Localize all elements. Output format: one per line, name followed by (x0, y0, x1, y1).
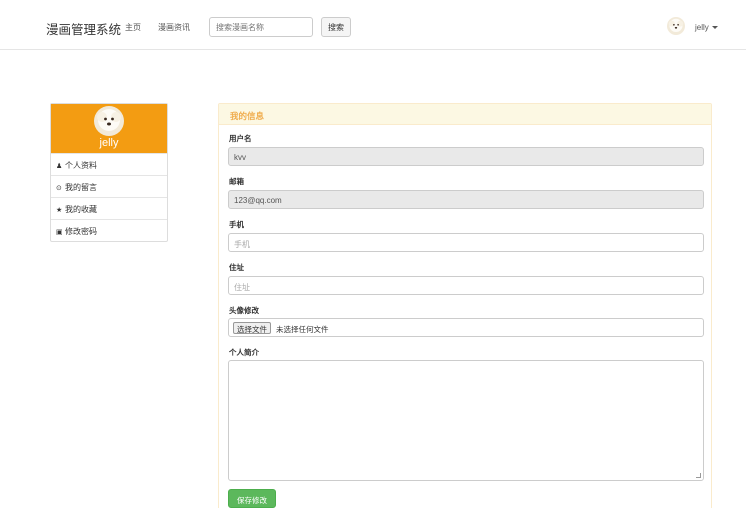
sidebar-item-label: 我的收藏 (65, 205, 97, 214)
address-field[interactable]: 住址 (228, 276, 704, 295)
bio-label: 个人简介 (229, 348, 259, 357)
username-field: kvv (228, 147, 704, 166)
sidebar-item-label: 我的留言 (65, 183, 97, 192)
phone-field[interactable]: 手机 (228, 233, 704, 252)
top-navbar: 漫画管理系统 主页 漫画资讯 搜索 jelly (0, 0, 746, 50)
username-label: 用户名 (229, 134, 252, 143)
save-changes-button[interactable]: 保存修改 (228, 489, 276, 508)
comment-icon: ⊙ (56, 185, 62, 192)
bio-textarea[interactable] (228, 360, 704, 481)
sidebar-header: jelly (51, 104, 167, 153)
user-icon: ♟ (56, 163, 63, 170)
sidebar-item-change-password[interactable]: ▣ 修改密码 (51, 219, 167, 240)
panel-title: 我的信息 (230, 111, 265, 121)
phone-label: 手机 (229, 220, 244, 229)
sidebar-username: jelly (99, 137, 119, 149)
nav-link-comic-news[interactable]: 漫画资讯 (158, 22, 190, 33)
brand-title[interactable]: 漫画管理系统 (46, 19, 121, 38)
email-field: 123@qq.com (228, 190, 704, 209)
profile-sidebar: jelly ♟ 个人资料 ⊙ 我的留言 ★ 我的收藏 ▣ 修改密码 (50, 103, 168, 242)
resize-handle-icon[interactable] (696, 473, 701, 478)
sidebar-item-label: 修改密码 (65, 227, 97, 236)
user-menu-name[interactable]: jelly (695, 23, 709, 32)
user-avatar[interactable] (667, 17, 685, 35)
file-status-text: 未选择任何文件 (276, 325, 329, 334)
search-button[interactable]: 搜索 (321, 17, 351, 37)
panel-header: 我的信息 (219, 104, 711, 125)
nav-link-home[interactable]: 主页 (125, 22, 141, 33)
avatar-upload-label: 头像修改 (229, 306, 259, 315)
avatar-file-input[interactable]: 选择文件 未选择任何文件 (228, 318, 704, 337)
sidebar-avatar (94, 106, 124, 136)
sidebar-item-favorites[interactable]: ★ 我的收藏 (51, 197, 167, 218)
sidebar-item-profile[interactable]: ♟ 个人资料 (51, 153, 167, 174)
search-input[interactable] (209, 17, 313, 37)
sidebar-item-messages[interactable]: ⊙ 我的留言 (51, 175, 167, 196)
chevron-down-icon[interactable] (712, 26, 718, 29)
address-label: 住址 (229, 263, 244, 272)
choose-file-button[interactable]: 选择文件 (233, 322, 271, 334)
email-label: 邮箱 (229, 177, 244, 186)
sidebar-item-label: 个人资料 (65, 161, 97, 170)
lock-icon: ▣ (56, 229, 63, 236)
star-icon: ★ (56, 207, 63, 214)
